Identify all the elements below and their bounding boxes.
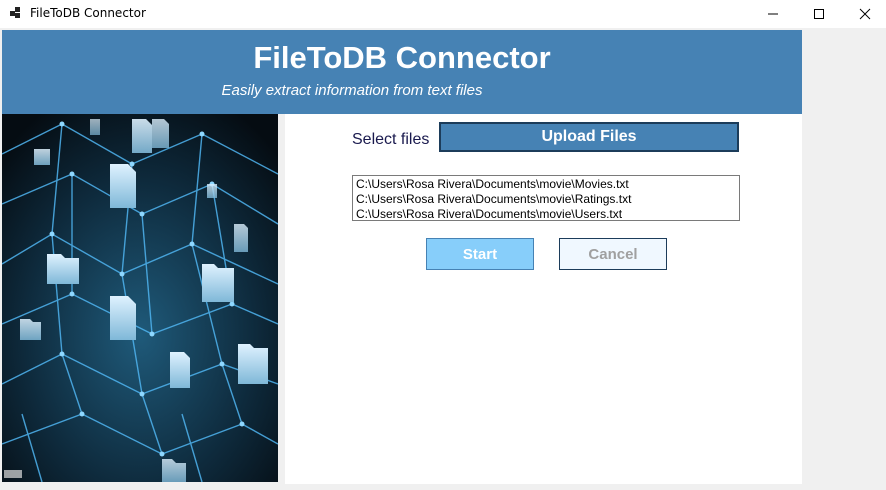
start-button[interactable]: Start — [426, 238, 534, 270]
app-icon — [10, 7, 22, 19]
window-background — [802, 28, 886, 490]
file-list-item[interactable]: C:\Users\Rosa Rivera\Documents\movie\Use… — [356, 207, 736, 222]
file-list-item[interactable]: C:\Users\Rosa Rivera\Documents\movie\Rat… — [356, 192, 736, 207]
minimize-icon — [768, 13, 778, 15]
app-header: FileToDB Connector Easily extract inform… — [2, 30, 802, 114]
network-illustration — [2, 114, 278, 482]
window-title: FileToDB Connector — [30, 6, 146, 20]
app-subtitle: Easily extract information from text fil… — [221, 82, 483, 99]
network-illustration-graphic — [2, 114, 278, 482]
upload-files-button[interactable]: Upload Files — [439, 122, 739, 152]
cancel-button[interactable]: Cancel — [559, 238, 667, 270]
content-panel: Select files Upload Files C:\Users\Rosa … — [285, 114, 802, 484]
close-button[interactable] — [842, 0, 886, 28]
close-icon — [859, 8, 871, 20]
selected-files-list[interactable]: C:\Users\Rosa Rivera\Documents\movie\Mov… — [352, 175, 740, 221]
app-client-area: FileToDB Connector Easily extract inform… — [2, 30, 802, 484]
maximize-icon — [814, 9, 824, 19]
window-titlebar: FileToDB Connector — [0, 0, 886, 28]
app-heading: FileToDB Connector — [253, 40, 551, 75]
minimize-button[interactable] — [750, 0, 796, 28]
select-files-label: Select files — [352, 131, 430, 148]
maximize-button[interactable] — [796, 0, 842, 28]
file-list-item[interactable]: C:\Users\Rosa Rivera\Documents\movie\Mov… — [356, 177, 736, 192]
